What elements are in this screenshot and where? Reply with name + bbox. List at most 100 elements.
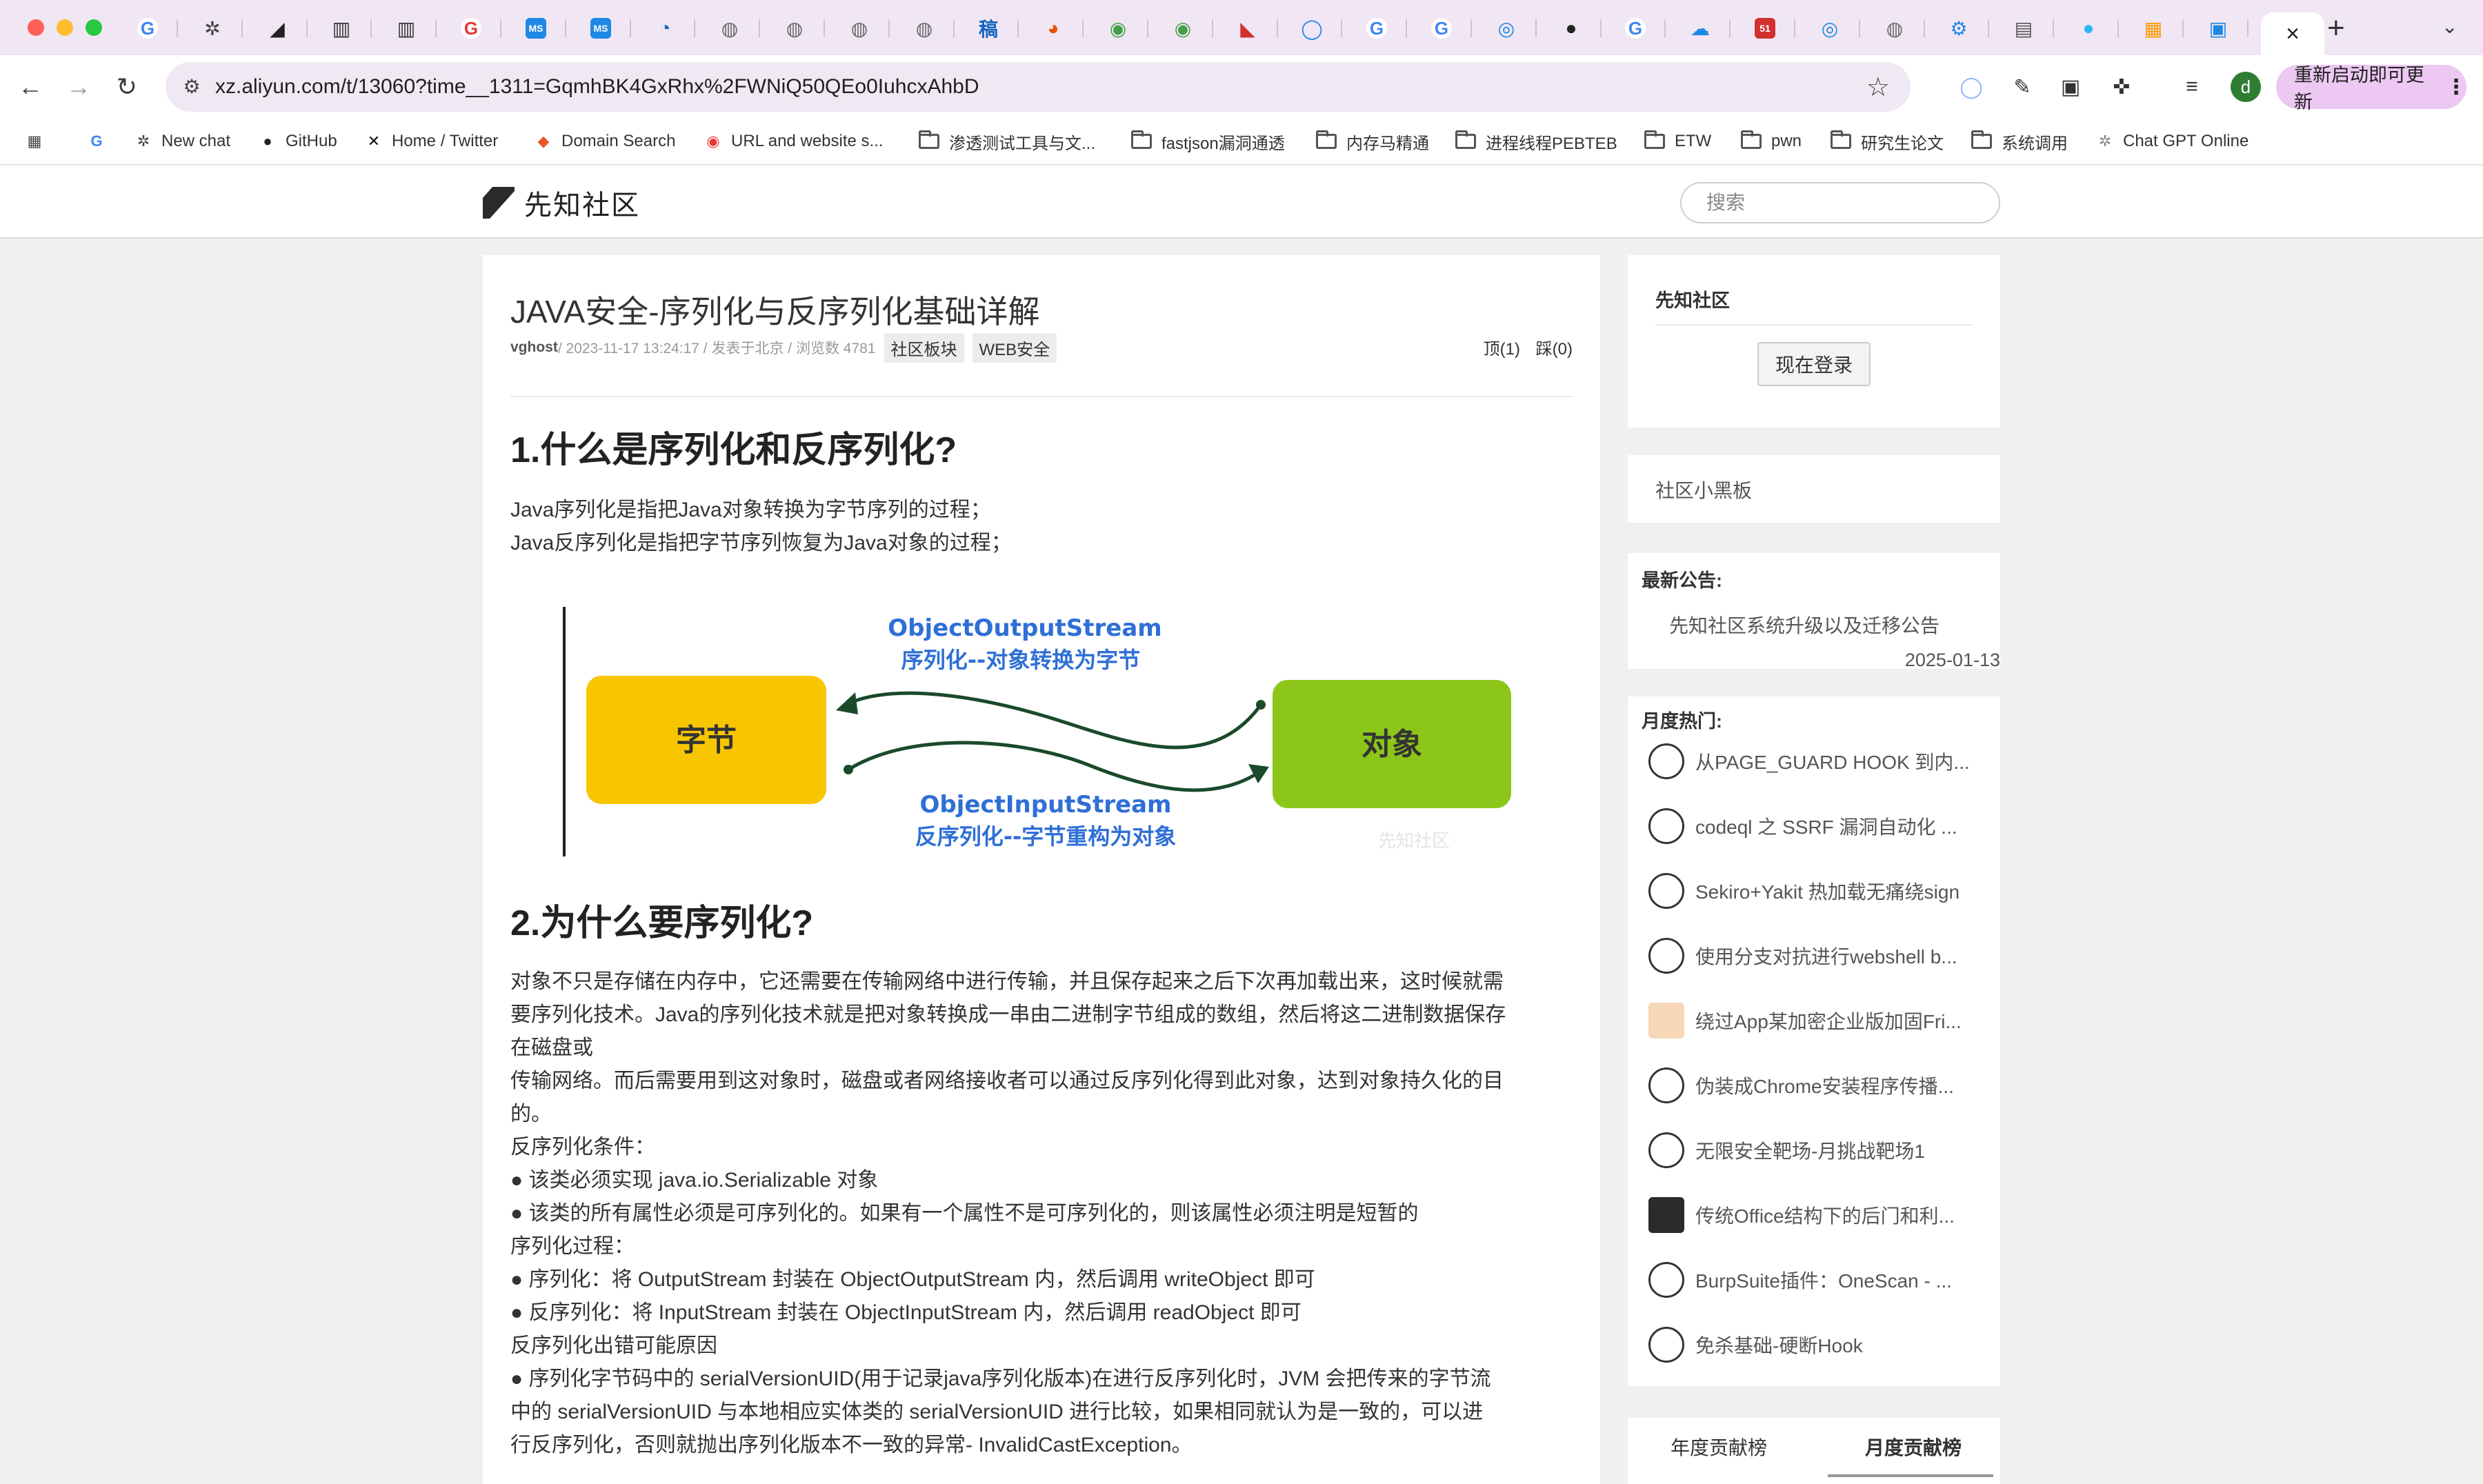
- bookmark-item[interactable]: ✲ Chat GPT Online: [2095, 119, 2249, 164]
- browser-tab[interactable]: ▣: [2188, 12, 2248, 44]
- tab-yearly-rank[interactable]: 年度贡献榜: [1671, 1433, 1767, 1461]
- browser-tab[interactable]: ◍: [699, 12, 760, 44]
- hot-item-title[interactable]: 使用分支对抗进行webshell b...: [1695, 942, 1957, 970]
- browser-tab[interactable]: ◍: [894, 12, 955, 44]
- media-control-icon[interactable]: ≡: [2177, 72, 2207, 102]
- bookmark-item[interactable]: ● GitHub: [258, 119, 337, 164]
- bookmark-item[interactable]: 进程线程PEBTEB: [1455, 119, 1617, 164]
- browser-tab[interactable]: G: [117, 12, 178, 44]
- bookmark-item[interactable]: 内存马精通: [1316, 119, 1429, 164]
- close-window-button[interactable]: [28, 19, 44, 36]
- extension-circle-icon[interactable]: ◯: [1956, 72, 1986, 102]
- active-tab[interactable]: ×: [2261, 12, 2324, 55]
- hot-item-title[interactable]: 从PAGE_GUARD HOOK 到内...: [1695, 748, 1970, 775]
- browser-tab[interactable]: ✲: [182, 12, 243, 44]
- tab-monthly-rank[interactable]: 月度贡献榜: [1865, 1433, 1962, 1461]
- browser-tab[interactable]: MS: [570, 12, 631, 44]
- bookmark-item[interactable]: fastjson漏洞通透: [1131, 119, 1285, 164]
- bookmark-item[interactable]: pwn: [1741, 119, 1802, 164]
- browser-tab[interactable]: ◕: [1023, 12, 1084, 44]
- bookmark-item[interactable]: 研究生论文: [1831, 119, 1944, 164]
- hot-item-title[interactable]: 传统Office结构下的后门和利...: [1695, 1201, 1955, 1229]
- browser-tab[interactable]: G: [1411, 12, 1472, 44]
- bookmark-item[interactable]: ✕ Home / Twitter: [364, 119, 498, 164]
- notice-link[interactable]: 先知社区系统升级以及迁移公告: [1669, 611, 1939, 639]
- bookmark-item[interactable]: ◉ URL and website s...: [704, 119, 883, 164]
- browser-tab[interactable]: MS: [506, 12, 566, 44]
- extension-icon[interactable]: ✎: [2007, 72, 2037, 102]
- hot-item-title[interactable]: 无限安全靶场-月挑战靶场1: [1695, 1136, 1925, 1164]
- hot-item-title[interactable]: codeql 之 SSRF 漏洞自动化 ...: [1695, 812, 1957, 840]
- hot-item-title[interactable]: Sekiro+Yakit 热加载无痛绕sign: [1695, 877, 1960, 905]
- tag-web-security[interactable]: WEB安全: [972, 332, 1057, 363]
- browser-tab[interactable]: ◎: [1476, 12, 1537, 44]
- browser-tab[interactable]: ⚙: [1928, 12, 1989, 44]
- bookmark-item[interactable]: ✲ New chat: [134, 119, 230, 164]
- hot-item[interactable]: 使用分支对抗进行webshell b...: [1648, 935, 1986, 976]
- hot-item[interactable]: 伪装成Chrome安装程序传播...: [1648, 1065, 1986, 1106]
- tab-search-icon[interactable]: ⌄: [2442, 15, 2457, 38]
- extensions-puzzle-icon[interactable]: ✜: [2106, 72, 2137, 102]
- browser-tab[interactable]: ▦: [2123, 12, 2184, 44]
- close-tab-icon[interactable]: ×: [2286, 21, 2300, 48]
- hot-item-title[interactable]: BurpSuite插件：OneScan - ...: [1695, 1266, 1952, 1294]
- hot-item[interactable]: 从PAGE_GUARD HOOK 到内...: [1648, 741, 1986, 782]
- board-title[interactable]: 社区小黑板: [1655, 476, 1752, 503]
- hot-item[interactable]: Sekiro+Yakit 热加载无痛绕sign: [1648, 870, 1986, 912]
- minimize-window-button[interactable]: [57, 19, 73, 36]
- browser-tab[interactable]: ◉: [1153, 12, 1213, 44]
- tag-community-board[interactable]: 社区板块: [884, 332, 964, 363]
- bookmark-item[interactable]: ETW: [1644, 119, 1711, 164]
- site-logo[interactable]: 先知社区: [483, 183, 640, 222]
- hot-item[interactable]: 免杀基础-硬断Hook: [1648, 1324, 1986, 1365]
- bookmark-star-icon[interactable]: ☆: [1866, 72, 1890, 103]
- hot-item-title[interactable]: 伪装成Chrome安装程序传播...: [1695, 1072, 1954, 1099]
- bookmark-item[interactable]: 系统调用: [1971, 119, 2068, 164]
- browser-tab[interactable]: G: [1605, 12, 1666, 44]
- board-card[interactable]: 社区小黑板: [1628, 455, 2000, 523]
- browser-tab[interactable]: ◎: [1799, 12, 1860, 44]
- maximize-window-button[interactable]: [86, 19, 102, 36]
- extension-icon[interactable]: ▣: [2055, 72, 2086, 102]
- hot-item-title[interactable]: 绕过App某加密企业版加固Fri...: [1695, 1007, 1962, 1034]
- upvote-button[interactable]: 顶(1): [1484, 340, 1520, 359]
- bookmark-item[interactable]: ◆ Domain Search: [534, 119, 676, 164]
- browser-tab[interactable]: ▤: [1993, 12, 2054, 44]
- browser-tab[interactable]: ◍: [1864, 12, 1925, 44]
- browser-tab[interactable]: G: [1346, 12, 1407, 44]
- bookmark-item[interactable]: G: [87, 119, 114, 164]
- new-tab-button[interactable]: +: [2327, 11, 2345, 46]
- address-bar[interactable]: ⚙ xz.aliyun.com/t/13060?time__1311=GqmhB…: [166, 62, 1911, 112]
- hot-item[interactable]: 传统Office结构下的后门和利...: [1648, 1194, 1986, 1236]
- login-button[interactable]: 现在登录: [1757, 342, 1871, 386]
- hot-item-title[interactable]: 免杀基础-硬断Hook: [1695, 1331, 1863, 1358]
- browser-tab[interactable]: G: [441, 12, 501, 44]
- browser-tab[interactable]: 稿: [958, 12, 1019, 44]
- bookmark-item[interactable]: 渗透测试工具与文...: [919, 119, 1095, 164]
- browser-tab[interactable]: ●: [1541, 12, 1602, 44]
- hot-item[interactable]: 绕过App某加密企业版加固Fri...: [1648, 1000, 1986, 1041]
- browser-tab[interactable]: ◉: [1088, 12, 1148, 44]
- hot-item[interactable]: 无限安全靶场-月挑战靶场1: [1648, 1130, 1986, 1171]
- author-link[interactable]: vghost: [510, 339, 558, 356]
- profile-avatar[interactable]: d: [2231, 72, 2261, 102]
- browser-tab[interactable]: ◯: [1282, 12, 1342, 44]
- browser-tab[interactable]: ◔: [635, 12, 695, 44]
- browser-tab[interactable]: ☁: [1670, 12, 1731, 44]
- reload-button[interactable]: ↻: [110, 70, 143, 103]
- browser-tab[interactable]: ▥: [311, 12, 372, 44]
- search-input[interactable]: [1680, 182, 2000, 223]
- browser-tab[interactable]: ▥: [376, 12, 437, 44]
- url-text[interactable]: xz.aliyun.com/t/13060?time__1311=GqmhBK4…: [215, 62, 979, 112]
- browser-tab[interactable]: ◍: [764, 12, 825, 44]
- downvote-button[interactable]: 踩(0): [1536, 340, 1573, 359]
- browser-tab[interactable]: ◍: [829, 12, 890, 44]
- browser-tab[interactable]: ●: [2058, 12, 2119, 44]
- hot-item[interactable]: BurpSuite插件：OneScan - ...: [1648, 1259, 1986, 1301]
- update-button[interactable]: 重新启动即可更新 ⋮: [2276, 65, 2466, 112]
- browser-tab[interactable]: 51: [1735, 12, 1795, 44]
- bookmark-item[interactable]: ▦: [25, 119, 52, 164]
- browser-tab[interactable]: ◣: [1217, 12, 1278, 44]
- hot-item[interactable]: codeql 之 SSRF 漏洞自动化 ...: [1648, 805, 1986, 847]
- forward-button[interactable]: →: [62, 70, 95, 103]
